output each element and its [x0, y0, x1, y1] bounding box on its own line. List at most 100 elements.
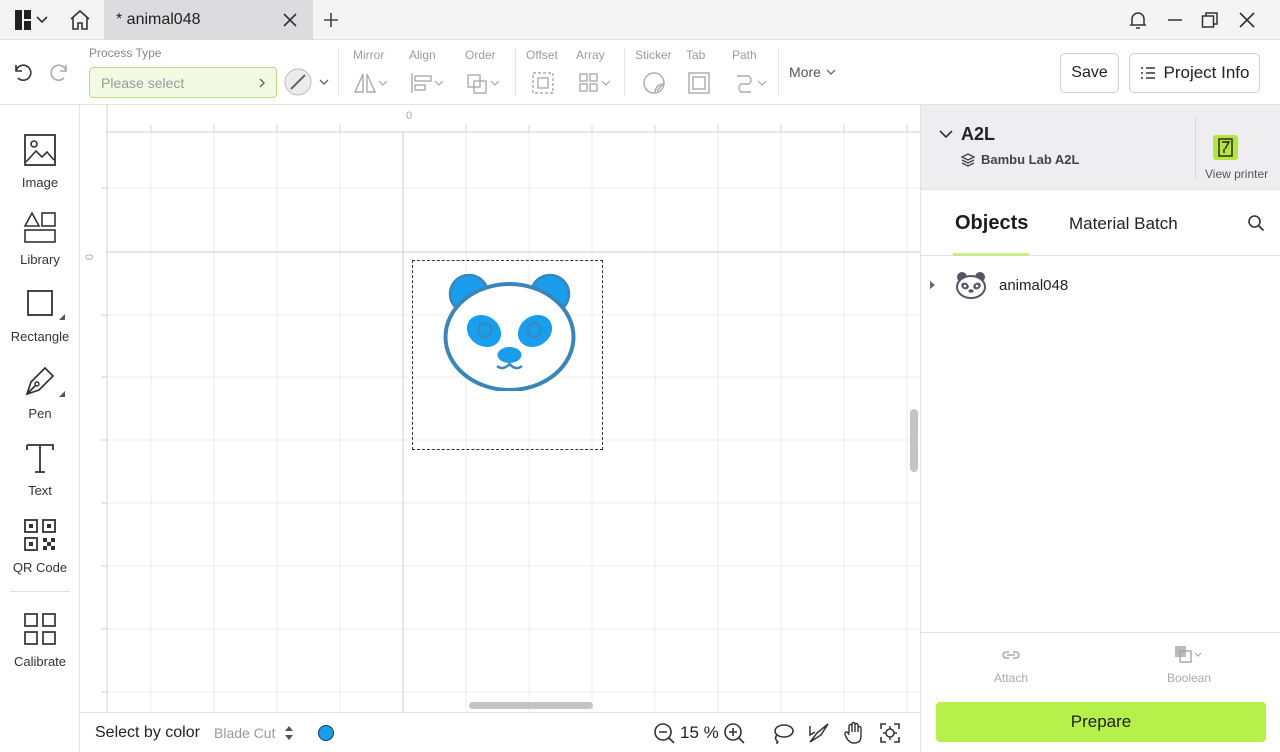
sticker-icon	[643, 72, 665, 94]
project-info-button[interactable]: Project Info	[1129, 53, 1260, 93]
offset-button[interactable]	[530, 70, 556, 96]
path-button[interactable]	[733, 70, 769, 96]
new-tab-button[interactable]	[322, 11, 340, 29]
right-panel: A2L Bambu Lab A2L View printer Objects M…	[920, 105, 1280, 752]
tab-close-button[interactable]	[282, 12, 298, 28]
vertical-scrollbar[interactable]	[910, 409, 918, 472]
offset-label: Offset	[526, 48, 558, 62]
color-swatch[interactable]	[318, 725, 334, 741]
document-tab[interactable]: * animal048	[104, 0, 313, 40]
title-bar: * animal048	[0, 0, 1280, 40]
chevron-down-icon	[36, 16, 48, 24]
qr-code-tool[interactable]: QR Code	[0, 518, 80, 588]
rectangle-tool-label: Rectangle	[10, 329, 70, 344]
chevron-down-icon[interactable]	[939, 129, 953, 139]
text-tool-label: Text	[28, 483, 52, 498]
app-logo-menu[interactable]	[14, 8, 54, 32]
zoom-in-button[interactable]	[723, 722, 745, 744]
panda-object[interactable]	[443, 273, 576, 391]
align-button[interactable]	[409, 70, 445, 96]
pan-tool-button[interactable]	[843, 721, 865, 745]
toolbar: Process Type Please select Mirror Align …	[0, 40, 1280, 105]
zoom-out-button[interactable]	[653, 722, 675, 744]
mirror-button[interactable]	[353, 70, 389, 96]
lasso-select-button[interactable]	[771, 722, 795, 744]
calibrate-tool[interactable]: Calibrate	[0, 612, 80, 682]
array-label: Array	[576, 48, 605, 62]
zoom-out-icon	[654, 723, 675, 744]
attach-button[interactable]: Attach	[981, 643, 1041, 689]
more-menu[interactable]: More	[789, 64, 836, 80]
redo-button[interactable]	[49, 61, 71, 83]
order-label: Order	[465, 48, 496, 62]
tab-tool-icon	[688, 72, 710, 94]
left-toolbar-separator	[10, 591, 70, 592]
tab-objects[interactable]: Objects	[955, 212, 1028, 235]
restore-button[interactable]	[1201, 11, 1219, 29]
prepare-button[interactable]: Prepare	[936, 702, 1266, 742]
tool-selector-dropdown[interactable]	[283, 67, 331, 98]
search-button[interactable]	[1247, 214, 1265, 232]
object-list-item[interactable]: animal048	[921, 265, 1280, 305]
notifications-button[interactable]	[1128, 10, 1148, 30]
undo-button[interactable]	[11, 61, 33, 83]
calibrate-icon	[24, 613, 56, 645]
bell-icon	[1130, 12, 1146, 29]
path-label: Path	[732, 48, 757, 62]
design-canvas[interactable]: 0 0	[80, 105, 920, 712]
library-tool[interactable]: Library	[0, 210, 80, 280]
image-tool[interactable]: Image	[0, 133, 80, 203]
close-icon	[283, 13, 297, 27]
chevron-down-icon	[826, 69, 836, 75]
printer-icon	[1213, 135, 1238, 160]
home-icon	[70, 9, 90, 30]
blade-cut-stepper-icon[interactable]	[284, 724, 294, 742]
tab-material-batch[interactable]: Material Batch	[1069, 214, 1178, 234]
text-tool[interactable]: Text	[0, 441, 80, 511]
home-button[interactable]	[68, 8, 92, 32]
save-button[interactable]: Save	[1060, 53, 1119, 93]
panel-divider	[921, 632, 1280, 633]
select-by-color-button[interactable]: Select by color	[95, 724, 200, 742]
sticker-button[interactable]	[641, 70, 667, 96]
pen-tool-label: Pen	[28, 406, 52, 421]
toolbar-separator	[338, 48, 339, 96]
minimize-button[interactable]	[1166, 10, 1184, 30]
boolean-button[interactable]: Boolean	[1159, 643, 1219, 689]
path-icon	[737, 75, 767, 93]
array-button[interactable]	[577, 70, 613, 96]
order-button[interactable]	[465, 70, 501, 96]
pen-tool[interactable]: Pen	[0, 364, 80, 434]
document-tab-label: * animal048	[116, 11, 201, 28]
fit-to-view-button[interactable]	[879, 722, 901, 744]
view-printer-button[interactable]: View printer	[1201, 133, 1280, 183]
left-toolbar: Image Library Rectangle Pen Text QR Code…	[0, 105, 80, 752]
attach-label: Attach	[993, 671, 1029, 685]
qr-code-icon	[24, 519, 56, 551]
zoom-level: 15 %	[680, 723, 719, 742]
chevron-right-icon	[259, 78, 265, 88]
window-close-button[interactable]	[1238, 11, 1256, 29]
panel-tabs: Objects Material Batch	[921, 190, 1280, 256]
redo-icon	[50, 64, 67, 81]
printer-model: Bambu Lab A2L	[981, 152, 1080, 167]
process-type-select[interactable]: Please select	[89, 67, 277, 98]
submenu-indicator-icon	[59, 391, 65, 397]
knife-tool-button[interactable]	[807, 722, 831, 744]
knife-icon	[809, 723, 829, 743]
offset-icon	[532, 72, 554, 94]
ruler-origin-x: 0	[406, 110, 413, 122]
fit-view-icon	[880, 723, 900, 743]
zoom-in-icon	[724, 723, 745, 744]
library-tool-label: Library	[20, 252, 60, 267]
search-icon	[1248, 215, 1265, 232]
horizontal-scrollbar[interactable]	[469, 702, 593, 709]
tab-button[interactable]	[686, 70, 712, 96]
process-type-placeholder: Please select	[101, 75, 185, 91]
calibrate-tool-label: Calibrate	[13, 654, 67, 669]
process-type-label: Process Type	[89, 46, 162, 60]
expand-arrow-icon[interactable]	[930, 281, 935, 289]
bottom-bar: Select by color Blade Cut 15 %	[80, 712, 920, 752]
array-icon	[579, 73, 611, 92]
rectangle-tool[interactable]: Rectangle	[0, 287, 80, 357]
